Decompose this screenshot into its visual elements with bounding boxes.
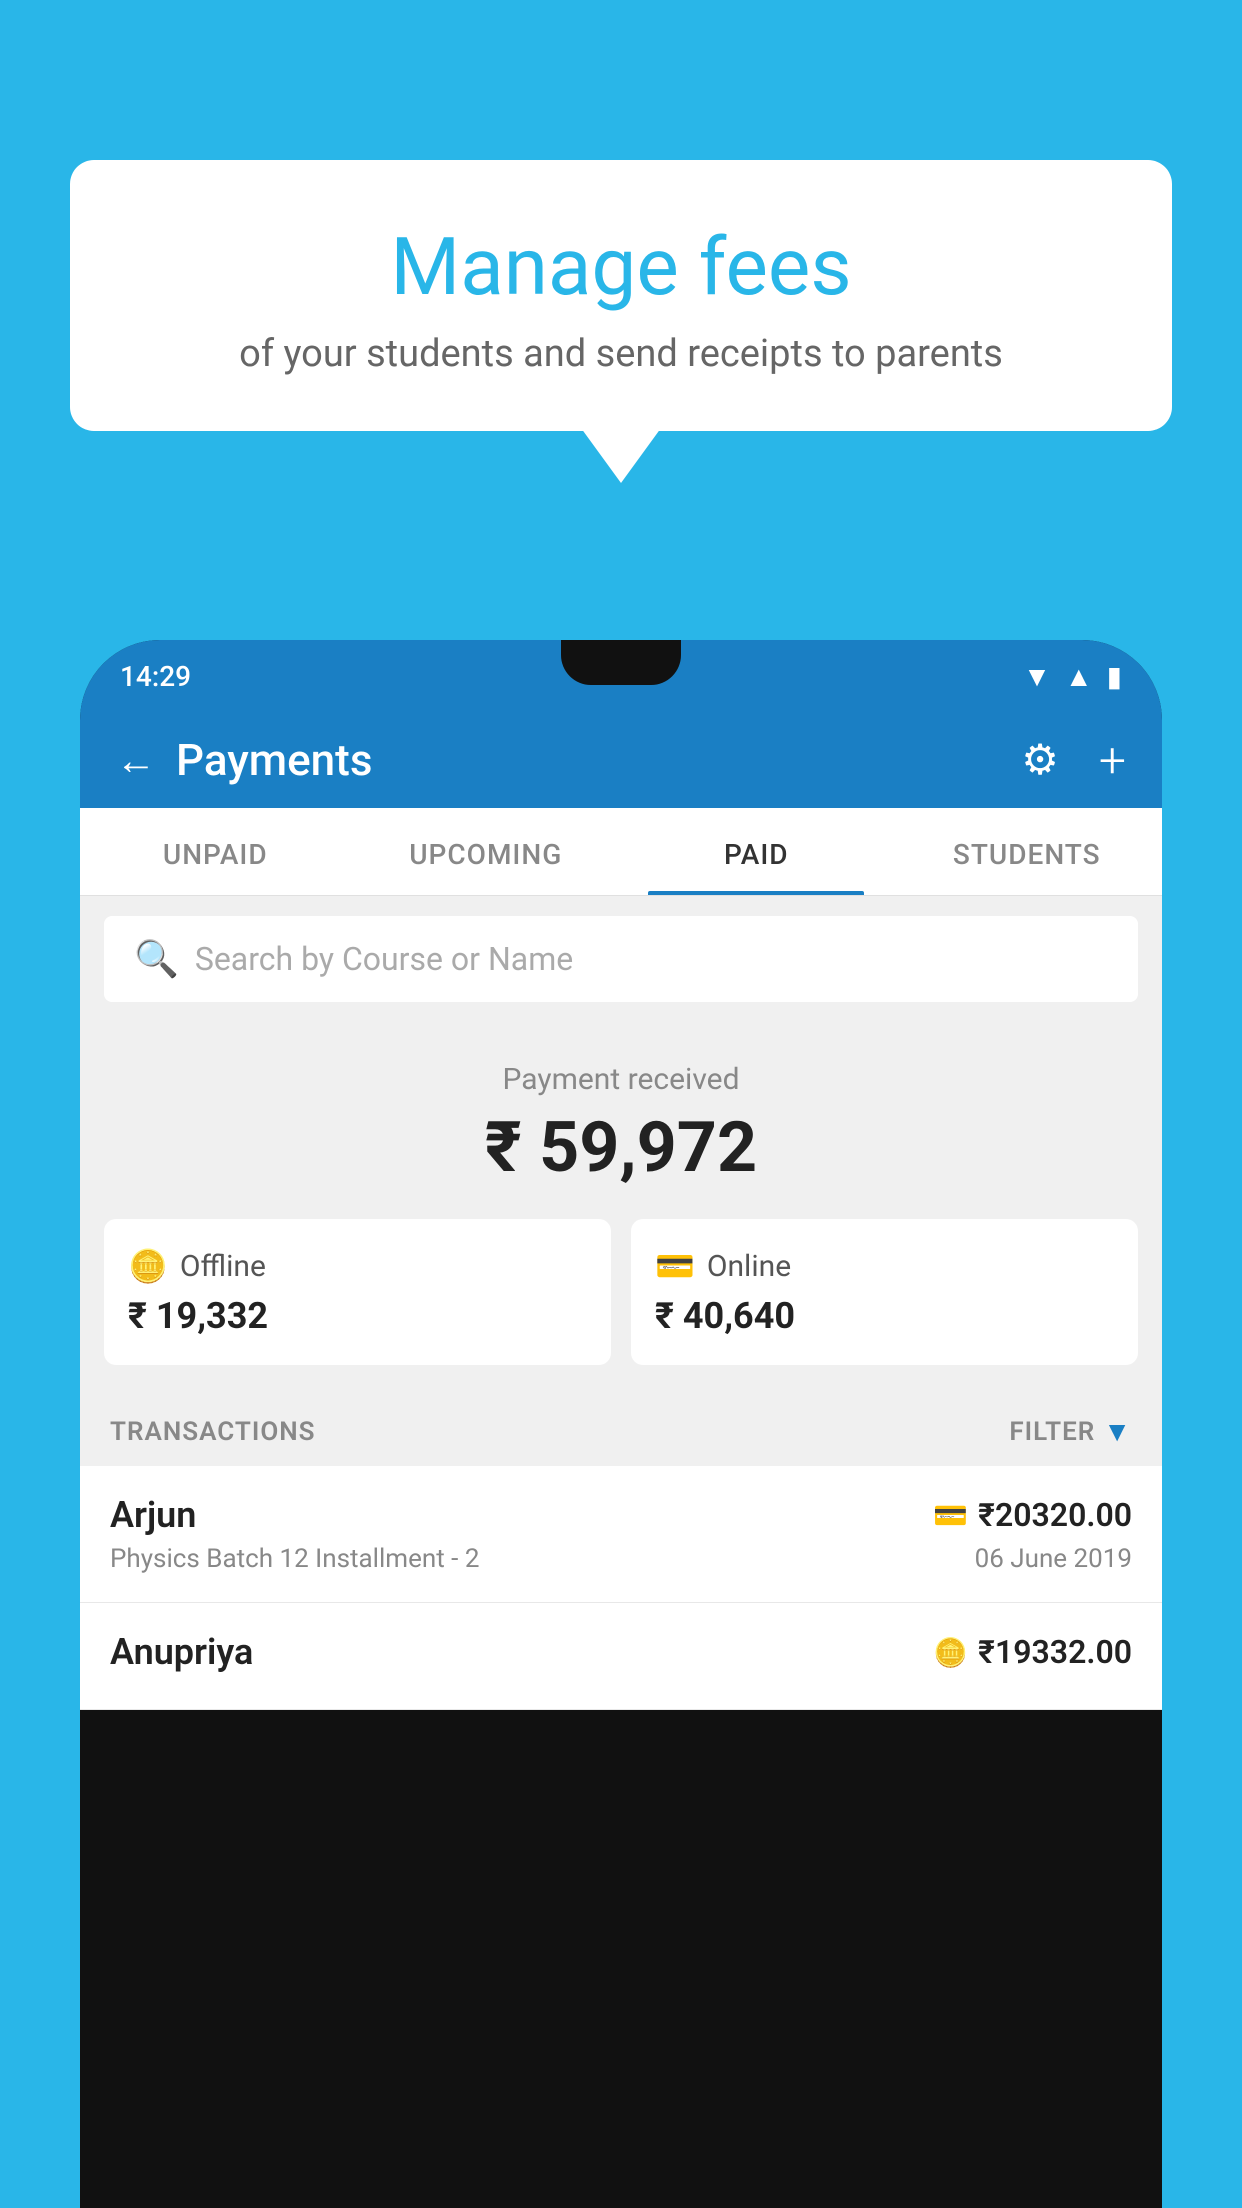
transactions-header: TRANSACTIONS FILTER ▼ xyxy=(80,1395,1162,1466)
filter-button[interactable]: FILTER ▼ xyxy=(1009,1415,1132,1448)
main-content: 🔍 Search by Course or Name Payment recei… xyxy=(80,896,1162,1710)
status-time: 14:29 xyxy=(120,660,191,693)
bubble-subtitle: of your students and send receipts to pa… xyxy=(120,332,1122,376)
online-label: Online xyxy=(707,1249,791,1284)
offline-card: 🪙 Offline ₹ 19,332 xyxy=(104,1219,611,1365)
back-button[interactable]: ← xyxy=(116,737,156,784)
transaction-date: 06 June 2019 xyxy=(975,1544,1132,1574)
transaction-amount: ₹20320.00 xyxy=(978,1496,1132,1534)
transaction-item[interactable]: Arjun 💳 ₹20320.00 Physics Batch 12 Insta… xyxy=(80,1466,1162,1603)
transaction-name: Anupriya xyxy=(110,1631,253,1673)
tab-paid[interactable]: PAID xyxy=(621,808,892,895)
filter-icon: ▼ xyxy=(1103,1415,1132,1448)
header-title: Payments xyxy=(176,734,1001,786)
payment-received-amount: ₹ 59,972 xyxy=(104,1107,1138,1189)
filter-label: FILTER xyxy=(1009,1417,1095,1447)
offline-amount: ₹ 19,332 xyxy=(128,1295,587,1337)
offline-label: Offline xyxy=(180,1249,266,1284)
search-icon: 🔍 xyxy=(134,938,179,980)
payment-cards: 🪙 Offline ₹ 19,332 💳 Online ₹ 40,640 xyxy=(80,1219,1162,1395)
transaction-course: Physics Batch 12 Installment - 2 xyxy=(110,1544,479,1574)
tab-students[interactable]: STUDENTS xyxy=(892,808,1163,895)
tabs: UNPAID UPCOMING PAID STUDENTS xyxy=(80,808,1162,896)
payment-received-label: Payment received xyxy=(104,1062,1138,1097)
transaction-name: Arjun xyxy=(110,1494,196,1536)
online-amount: ₹ 40,640 xyxy=(655,1295,1114,1337)
app-header: ← Payments ⚙ + xyxy=(80,712,1162,808)
speech-bubble: Manage fees of your students and send re… xyxy=(70,160,1172,431)
tab-upcoming[interactable]: UPCOMING xyxy=(351,808,622,895)
wifi-icon: ▼ xyxy=(1023,660,1051,693)
status-icons: ▼ ▲ ▮ xyxy=(1023,660,1122,693)
add-button[interactable]: + xyxy=(1099,732,1126,789)
signal-icon: ▲ xyxy=(1065,660,1093,693)
phone-frame: 14:29 ▼ ▲ ▮ ← Payments ⚙ + UNPAID UPCOMI… xyxy=(80,640,1162,2208)
transaction-item[interactable]: Anupriya 🪙 ₹19332.00 xyxy=(80,1603,1162,1710)
status-bar: 14:29 ▼ ▲ ▮ xyxy=(80,640,1162,712)
battery-icon: ▮ xyxy=(1107,660,1122,693)
search-bar[interactable]: 🔍 Search by Course or Name xyxy=(104,916,1138,1002)
payment-received-section: Payment received ₹ 59,972 xyxy=(80,1022,1162,1219)
transaction-amount: ₹19332.00 xyxy=(978,1633,1132,1671)
transactions-label: TRANSACTIONS xyxy=(110,1417,316,1447)
online-icon: 💳 xyxy=(655,1247,695,1285)
settings-button[interactable]: ⚙ xyxy=(1021,735,1059,785)
notch xyxy=(561,640,681,685)
tab-unpaid[interactable]: UNPAID xyxy=(80,808,351,895)
online-card: 💳 Online ₹ 40,640 xyxy=(631,1219,1138,1365)
offline-icon: 🪙 xyxy=(128,1247,168,1285)
payment-type-icon: 🪙 xyxy=(933,1636,968,1669)
bubble-title: Manage fees xyxy=(120,220,1122,314)
payment-type-icon: 💳 xyxy=(933,1499,968,1532)
search-input[interactable]: Search by Course or Name xyxy=(195,940,573,978)
